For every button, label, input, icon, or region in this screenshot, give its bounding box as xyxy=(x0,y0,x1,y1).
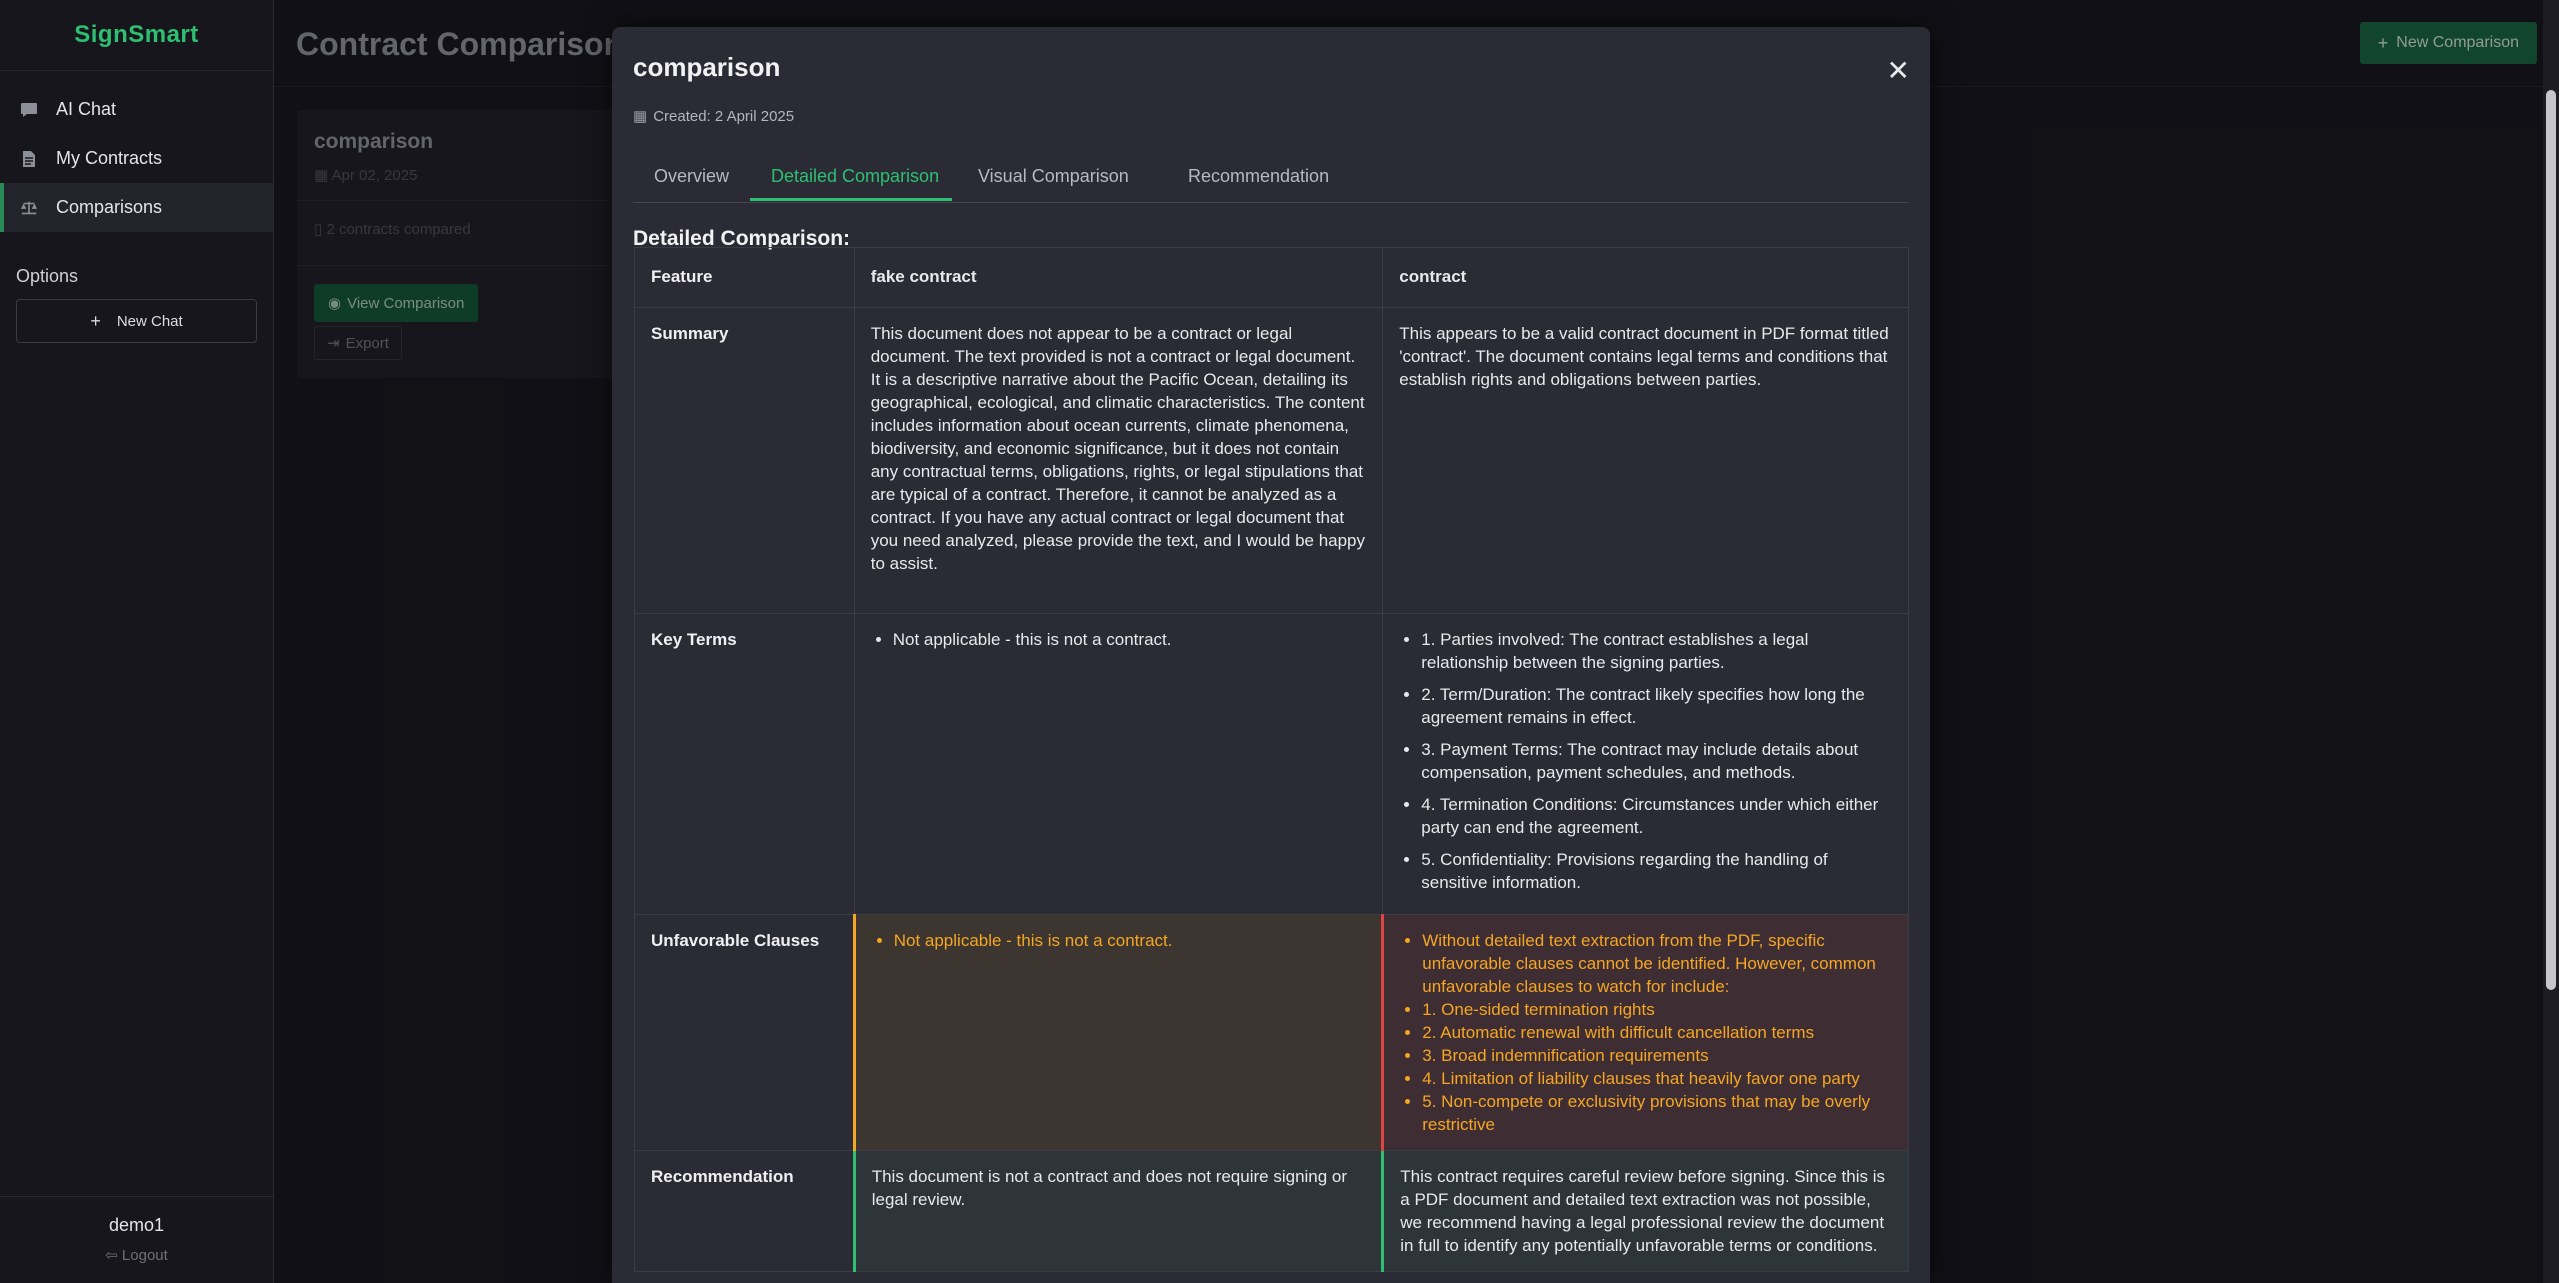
sidebar-item-label: AI Chat xyxy=(56,99,117,119)
plus-icon: + xyxy=(90,310,101,331)
list-item: 4. Limitation of liability clauses that … xyxy=(1422,1067,1892,1090)
tab-recommendation[interactable]: Recommendation xyxy=(1188,166,1329,187)
list-item: 2. Automatic renewal with difficult canc… xyxy=(1422,1021,1892,1044)
active-tab-indicator xyxy=(750,198,952,201)
list-item: Not applicable - this is not a contract. xyxy=(894,929,1366,952)
tab-overview[interactable]: Overview xyxy=(654,166,729,187)
header-contract-2: contract xyxy=(1382,247,1909,308)
list-item: 5. Non-compete or exclusivity provisions… xyxy=(1422,1090,1892,1136)
calendar-icon: ▦ xyxy=(633,108,648,125)
sidebar-item-label: My Contracts xyxy=(56,148,163,168)
tab-visual-comparison[interactable]: Visual Comparison xyxy=(978,166,1129,187)
header-contract-1: fake contract xyxy=(853,247,1384,308)
summary-cell-2: This appears to be a valid contract docu… xyxy=(1382,307,1909,614)
scrollbar-thumb[interactable] xyxy=(2546,90,2556,990)
new-chat-label: New Chat xyxy=(116,312,183,330)
summary-cell-1: This document does not appear to be a co… xyxy=(853,307,1384,614)
modal-tabs: Overview Detailed Comparison Visual Comp… xyxy=(633,140,1909,203)
list-item: Not applicable - this is not a contract. xyxy=(893,628,1367,651)
document-icon xyxy=(20,150,38,168)
list-item: 3. Payment Terms: The contract may inclu… xyxy=(1421,738,1892,784)
options-heading: Options xyxy=(16,266,79,286)
modal-title: comparison xyxy=(633,52,781,82)
key-terms-cell-1: Not applicable - this is not a contract. xyxy=(853,613,1384,915)
logout-label: Logout xyxy=(121,1247,168,1264)
sidebar-nav: AI Chat My Contracts Comparisons xyxy=(0,85,273,232)
list-item: 5. Confidentiality: Provisions regarding… xyxy=(1421,848,1892,894)
list-item: 4. Termination Conditions: Circumstances… xyxy=(1421,793,1892,839)
row-label: Summary xyxy=(634,307,855,614)
unfavorable-cell-1: Not applicable - this is not a contract. xyxy=(852,914,1384,1151)
username: demo1 xyxy=(108,1215,165,1235)
comparison-modal: comparison ✕ ▦ Created: 2 April 2025 Ove… xyxy=(612,27,1930,1283)
sidebar-footer: demo1 ⇦ Logout xyxy=(0,1196,273,1283)
sidebar: SignSmart AI Chat My Contracts Compariso… xyxy=(0,0,274,1283)
created-date: ▦ Created: 2 April 2025 xyxy=(633,107,795,126)
recommendation-cell-1: This document is not a contract and does… xyxy=(852,1150,1384,1272)
new-chat-button[interactable]: + New Chat xyxy=(16,299,257,343)
logout-icon: ⇦ xyxy=(105,1247,118,1264)
scale-icon xyxy=(20,199,38,217)
key-terms-cell-2: 1. Parties involved: The contract establ… xyxy=(1382,613,1909,915)
logout-link[interactable]: ⇦ Logout xyxy=(0,1246,273,1264)
unfavorable-cell-2: Without detailed text extraction from th… xyxy=(1381,914,1909,1151)
table-row-recommendation: Recommendation This document is not a co… xyxy=(634,1150,1909,1272)
sidebar-item-ai-chat[interactable]: AI Chat xyxy=(0,85,273,134)
recommendation-cell-2: This contract requires careful review be… xyxy=(1381,1150,1909,1272)
table-row-summary: Summary This document does not appear to… xyxy=(634,307,1909,614)
sidebar-item-label: Comparisons xyxy=(56,197,163,217)
sidebar-item-comparisons[interactable]: Comparisons xyxy=(0,183,273,232)
list-item: 1. Parties involved: The contract establ… xyxy=(1421,628,1892,674)
row-label: Recommendation xyxy=(634,1150,855,1272)
list-item: 2. Term/Duration: The contract likely sp… xyxy=(1421,683,1892,729)
row-label: Unfavorable Clauses xyxy=(634,914,855,1151)
brand-logo[interactable]: SignSmart xyxy=(0,0,273,71)
table-row-unfavorable-clauses: Unfavorable Clauses Not applicable - thi… xyxy=(634,914,1909,1151)
comparison-table: Feature fake contract contract Summary T… xyxy=(634,247,1909,1272)
created-date-text: Created: 2 April 2025 xyxy=(653,107,795,125)
row-label: Key Terms xyxy=(634,613,855,915)
header-feature: Feature xyxy=(634,247,855,308)
close-icon[interactable]: ✕ xyxy=(1887,57,1910,85)
table-header-row: Feature fake contract contract xyxy=(634,247,1909,308)
scrollbar[interactable] xyxy=(2543,0,2559,1283)
table-row-key-terms: Key Terms Not applicable - this is not a… xyxy=(634,613,1909,915)
chat-icon xyxy=(20,101,38,119)
sidebar-item-my-contracts[interactable]: My Contracts xyxy=(0,134,273,183)
list-item: 3. Broad indemnification requirements xyxy=(1422,1044,1892,1067)
list-item: Without detailed text extraction from th… xyxy=(1422,929,1892,998)
list-item: 1. One-sided termination rights xyxy=(1422,998,1892,1021)
tab-detailed-comparison[interactable]: Detailed Comparison xyxy=(771,166,939,187)
